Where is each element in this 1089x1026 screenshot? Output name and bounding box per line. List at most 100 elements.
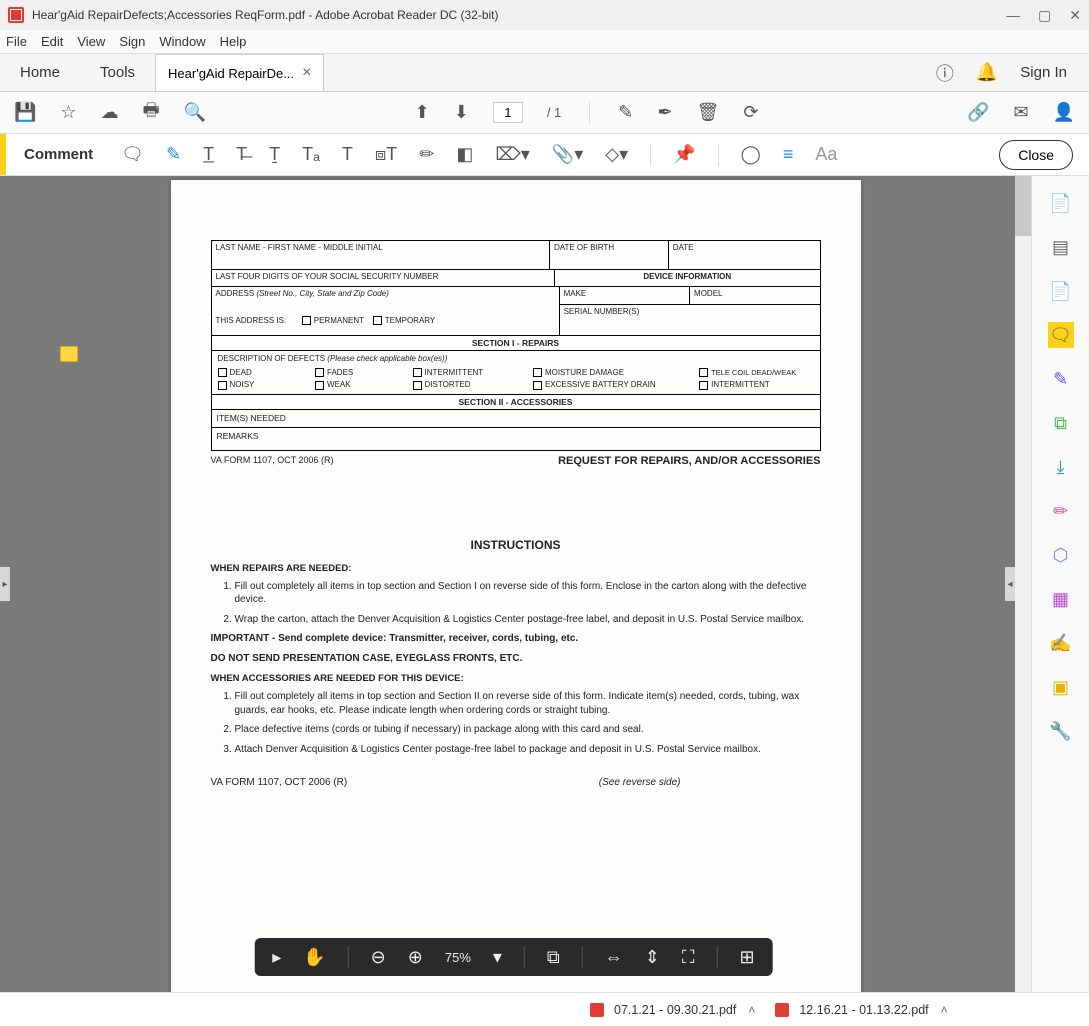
compress-icon[interactable]: ▣ xyxy=(1048,674,1074,700)
organize-pages-icon[interactable]: ⧉ xyxy=(1048,410,1074,436)
sticky-note-icon[interactable]: 🗨 xyxy=(121,144,144,165)
form-footer: VA FORM 1107, OCT 2006 (R) REQUEST FOR R… xyxy=(211,451,821,467)
sign-tool-icon[interactable]: ✒ xyxy=(657,102,672,123)
window-title: Hear'gAid RepairDefects;Accessories ReqF… xyxy=(32,8,1006,22)
field-ssn: LAST FOUR DIGITS OF YOUR SOCIAL SECURITY… xyxy=(212,270,556,286)
zoom-dropdown-icon[interactable]: ▾ xyxy=(493,947,502,968)
attach-link-icon[interactable]: 🔗 xyxy=(967,102,989,123)
fit-height-icon[interactable]: ⇕ xyxy=(645,947,660,968)
page-total-label: / 1 xyxy=(547,105,561,120)
help-icon[interactable]: ⓘ xyxy=(936,60,954,86)
sign-pencil-icon[interactable]: ✏ xyxy=(1048,498,1074,524)
hand-tool-icon[interactable]: ✋ xyxy=(303,947,325,968)
menu-help[interactable]: Help xyxy=(220,34,247,49)
zoom-in-icon[interactable]: ⊕ xyxy=(408,947,423,968)
chevron-up-icon[interactable]: ˄ xyxy=(941,1003,948,1017)
notifications-icon[interactable]: 🔔 xyxy=(976,62,998,83)
eraser-icon[interactable]: ◧ xyxy=(456,144,473,165)
line-thickness-icon[interactable]: ≡ xyxy=(783,144,794,165)
sign-in-link[interactable]: Sign In xyxy=(1020,64,1067,81)
download-item-2[interactable]: 12.16.21 - 01.13.22.pdf ˄ xyxy=(775,1003,947,1017)
insert-text-icon[interactable]: Tₐ xyxy=(302,144,320,165)
menu-window[interactable]: Window xyxy=(159,34,205,49)
delete-icon[interactable]: 🗑 xyxy=(696,102,719,123)
form-title: REQUEST FOR REPAIRS, AND/OR ACCESSORIES xyxy=(558,455,820,467)
edit-sign-icon[interactable]: ✍ xyxy=(1048,630,1074,656)
collapse-left-handle[interactable]: ▸ xyxy=(0,567,10,601)
zoom-out-icon[interactable]: ⊖ xyxy=(371,947,386,968)
tab-tools[interactable]: Tools xyxy=(80,54,155,91)
search-icon[interactable]: 🔍 xyxy=(184,102,206,123)
zoom-level-label[interactable]: 75% xyxy=(445,950,471,965)
close-panel-button[interactable]: Close xyxy=(999,140,1073,170)
important-note: IMPORTANT - Send complete device: Transm… xyxy=(211,632,821,646)
pdf-file-icon xyxy=(775,1003,789,1017)
collapse-right-handle[interactable]: ◂ xyxy=(1005,567,1015,601)
field-name: LAST NAME - FIRST NAME - MIDDLE INITIAL xyxy=(212,241,550,269)
underline-text-icon[interactable]: T̲ xyxy=(203,144,214,165)
menu-edit[interactable]: Edit xyxy=(41,34,63,49)
accessories-heading: WHEN ACCESSORIES ARE NEEDED FOR THIS DEV… xyxy=(211,673,821,686)
fullscreen-icon[interactable]: ⛶ xyxy=(682,947,695,968)
tab-document[interactable]: Hear'gAid RepairDe... × xyxy=(155,54,324,91)
color-circle-icon[interactable]: ◯ xyxy=(741,144,761,165)
textbox-icon[interactable]: ⧈T xyxy=(375,144,397,165)
fill-sign-icon[interactable]: ✎ xyxy=(1048,366,1074,392)
sticky-note-annotation[interactable] xyxy=(60,346,78,362)
stamp-icon[interactable]: ⌦▾ xyxy=(495,144,530,165)
tab-home[interactable]: Home xyxy=(0,54,80,91)
highlight-tool-icon[interactable]: ✎ xyxy=(618,102,633,123)
pencil-icon[interactable]: ✏ xyxy=(419,144,434,165)
page-down-icon[interactable]: ⬇ xyxy=(454,102,469,123)
menu-view[interactable]: View xyxy=(77,34,105,49)
repair-step: Wrap the carton, attach the Denver Acqui… xyxy=(235,613,821,627)
save-icon[interactable]: 💾 xyxy=(14,102,36,123)
chevron-up-icon[interactable]: ˄ xyxy=(748,1003,755,1017)
strikethrough-icon[interactable]: T̶ xyxy=(236,144,247,165)
vertical-scrollbar[interactable] xyxy=(1015,176,1031,992)
field-items-needed: ITEM(S) NEEDED xyxy=(212,410,820,428)
account-icon[interactable]: 👤 xyxy=(1053,102,1075,123)
combine-files-icon[interactable]: ▤ xyxy=(1048,234,1074,260)
print-icon[interactable]: 🖶 xyxy=(143,98,160,128)
read-mode-icon[interactable]: ⊞ xyxy=(739,947,754,968)
edit-pdf-icon[interactable]: 📄 xyxy=(1048,278,1074,304)
maximize-button[interactable]: ▢ xyxy=(1038,7,1051,24)
page-up-icon[interactable]: ⬆ xyxy=(415,102,430,123)
tab-close-icon[interactable]: × xyxy=(302,64,311,82)
more-tools-icon[interactable]: ▦ xyxy=(1048,586,1074,612)
highlighter-icon[interactable]: ✎ xyxy=(166,144,181,165)
create-pdf-icon[interactable]: 📄 xyxy=(1048,190,1074,216)
download-item-1[interactable]: 07.1.21 - 09.30.21.pdf ˄ xyxy=(590,1003,755,1017)
page-number-input[interactable] xyxy=(493,102,523,123)
email-icon[interactable]: ✉ xyxy=(1013,102,1028,123)
settings-wrench-icon[interactable]: 🔧 xyxy=(1048,718,1074,744)
cloud-upload-icon[interactable]: ☁ xyxy=(101,102,119,123)
instructions-title: INSTRUCTIONS xyxy=(211,537,821,553)
fit-page-icon[interactable]: ⧉ xyxy=(547,947,560,968)
close-window-button[interactable]: ✕ xyxy=(1069,7,1081,24)
star-icon[interactable]: ☆ xyxy=(60,102,76,123)
field-model: MODEL xyxy=(690,287,819,304)
menu-file[interactable]: File xyxy=(6,34,27,49)
text-icon[interactable]: T xyxy=(342,144,353,165)
tools-sidebar: 📄 ▤ 📄 🗨 ✎ ⧉ ⤓ ✏ ⬡ ▦ ✍ ▣ 🔧 xyxy=(1031,176,1089,992)
replace-text-icon[interactable]: Ṯ xyxy=(269,144,280,165)
rotate-icon[interactable]: ⟳ xyxy=(743,102,758,123)
field-dob: DATE OF BIRTH xyxy=(550,241,669,269)
document-viewport[interactable]: LAST NAME - FIRST NAME - MIDDLE INITIAL … xyxy=(0,176,1031,992)
menu-sign[interactable]: Sign xyxy=(119,34,145,49)
comment-tool-icon[interactable]: 🗨 xyxy=(1048,322,1074,348)
pin-icon[interactable]: 📌 xyxy=(673,144,695,165)
attachment-icon[interactable]: 📎▾ xyxy=(552,144,583,165)
minimize-button[interactable]: — xyxy=(1006,7,1020,24)
scrollbar-thumb[interactable] xyxy=(1015,176,1031,236)
font-aa-icon[interactable]: Aa xyxy=(815,144,837,165)
fit-width-icon[interactable]: ⇔ xyxy=(605,947,623,968)
export-pdf-icon[interactable]: ⤓ xyxy=(1048,454,1074,480)
selection-tool-icon[interactable]: ▸ xyxy=(272,947,281,968)
shapes-icon[interactable]: ◇▾ xyxy=(605,144,628,165)
field-serial: SERIAL NUMBER(S) xyxy=(560,305,820,335)
protect-icon[interactable]: ⬡ xyxy=(1048,542,1074,568)
field-make: MAKE xyxy=(560,287,690,304)
